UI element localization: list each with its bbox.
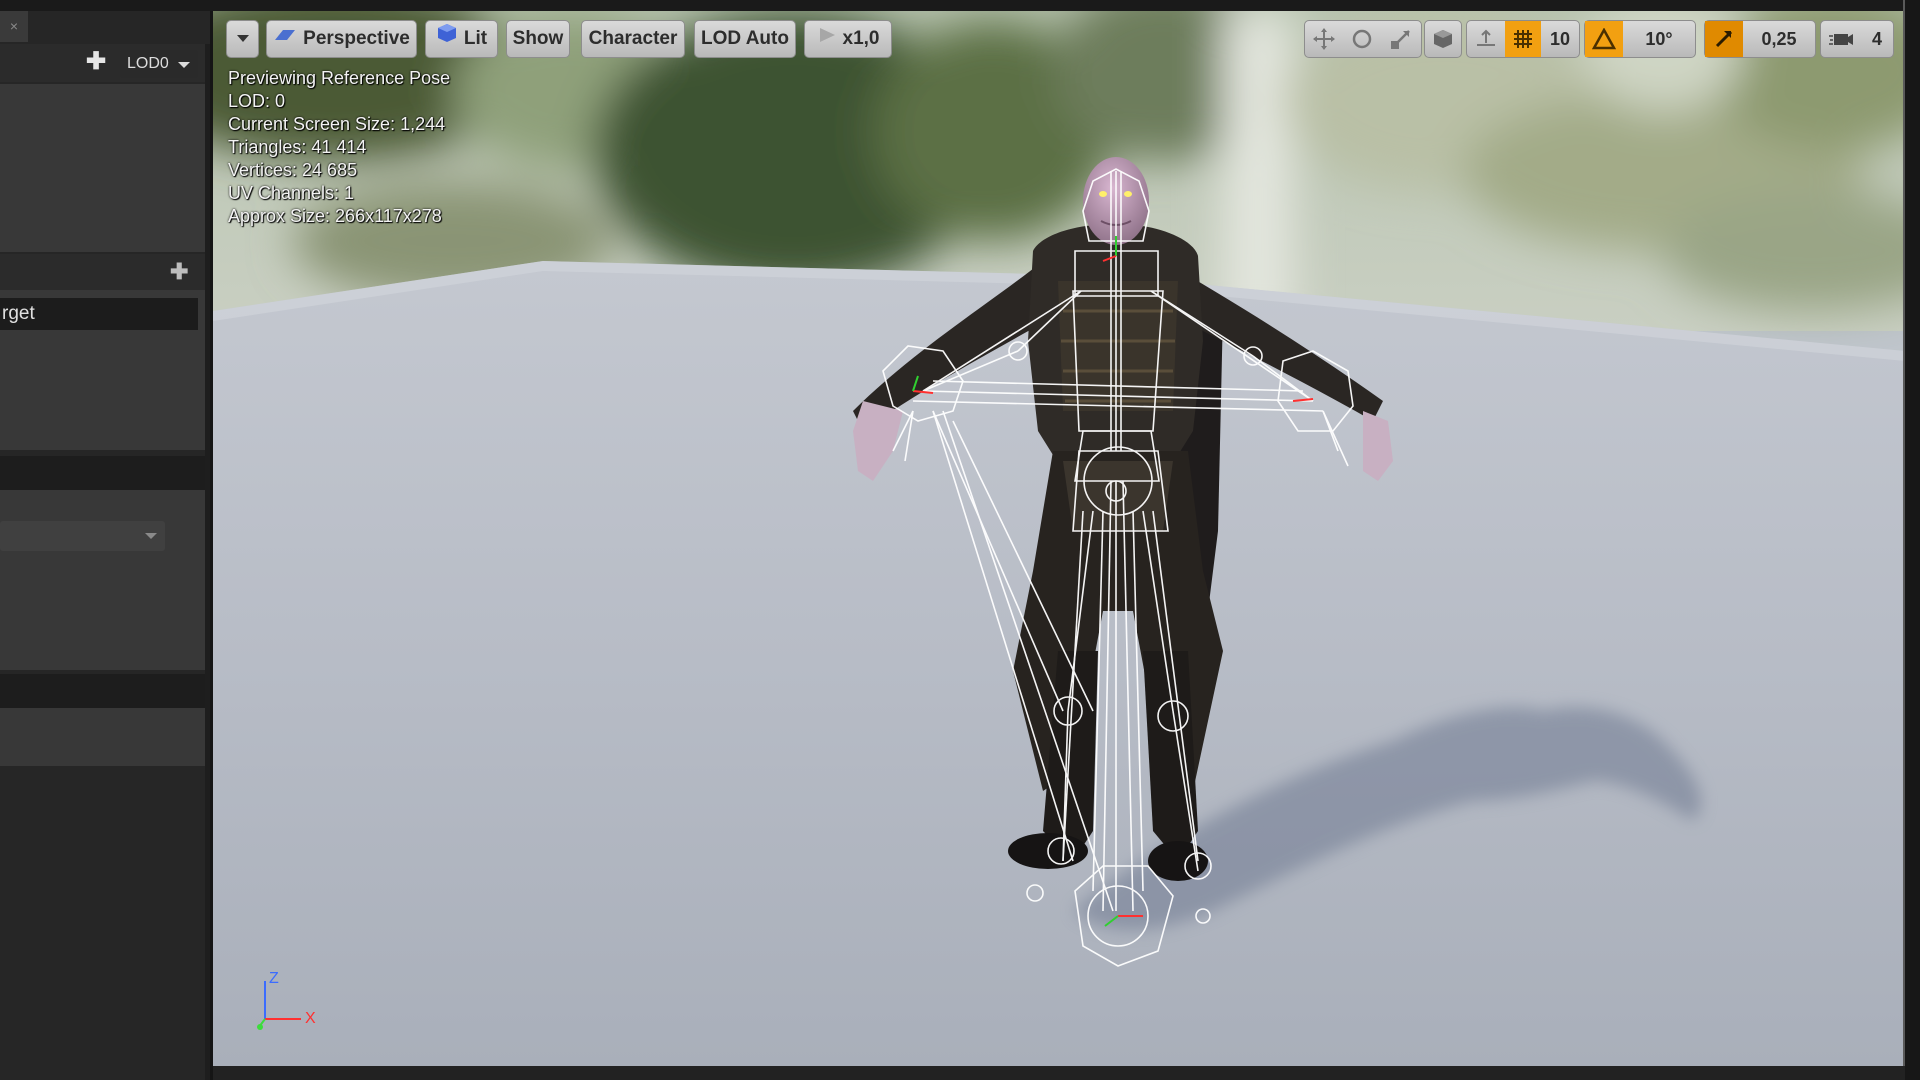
scale-snap-value[interactable]: 0,25 — [1743, 21, 1815, 57]
transform-tools — [1304, 20, 1422, 58]
grid-snap-icon[interactable] — [1505, 21, 1541, 57]
lod-section-body — [0, 84, 205, 252]
settings-combo[interactable] — [0, 521, 165, 551]
axis-x-label: X — [305, 1010, 316, 1027]
perspective-button[interactable]: Perspective — [266, 20, 417, 58]
viewport-right-border — [1905, 0, 1920, 1080]
details-panel: × ✚ LOD0 ✚ rget — [0, 0, 210, 1080]
section-header-3 — [0, 674, 205, 708]
scene-render — [213, 11, 1905, 1066]
target-field[interactable]: rget — [0, 298, 198, 330]
world-local-button[interactable] — [1424, 20, 1462, 58]
settings-section-body — [0, 490, 205, 670]
viewport-bottom-border — [213, 1066, 1920, 1080]
add-lod-plus-icon[interactable]: ✚ — [86, 50, 106, 74]
viewport-stats: Previewing Reference Pose LOD: 0 Current… — [228, 67, 450, 228]
scale-snap-group: 0,25 — [1704, 20, 1816, 58]
lod-label: LOD Auto — [701, 28, 789, 49]
show-label: Show — [512, 28, 564, 49]
stats-uv-channels: UV Channels: 1 — [228, 183, 355, 203]
play-speed-label: x1,0 — [842, 28, 880, 50]
perspective-icon — [273, 21, 297, 57]
character-label: Character — [588, 28, 678, 49]
lit-label: Lit — [463, 28, 488, 50]
section-body-3 — [0, 708, 205, 766]
play-speed-button[interactable]: x1,0 — [804, 20, 892, 58]
section-header-2 — [0, 456, 205, 490]
stats-vertices: Vertices: 24 685 — [228, 160, 358, 180]
show-button[interactable]: Show — [506, 20, 570, 58]
viewport-options-button[interactable] — [226, 20, 259, 58]
camera-speed-value: 4 — [1871, 29, 1882, 49]
stats-approx-size: Approx Size: 266x117x278 — [228, 206, 442, 226]
play-icon — [817, 21, 837, 57]
world-local-icon — [1425, 21, 1461, 57]
grid-snap-value[interactable]: 10 — [1541, 21, 1579, 57]
rotation-snap-icon[interactable] — [1585, 21, 1623, 57]
add-target-plus-icon[interactable]: ✚ — [170, 260, 188, 284]
surface-snap-icon[interactable] — [1467, 21, 1505, 57]
grid-snap-group: 10 — [1466, 20, 1580, 58]
camera-speed-group[interactable]: 4 — [1820, 20, 1894, 58]
scale-snap-icon[interactable] — [1705, 21, 1743, 57]
lod-button[interactable]: LOD Auto — [694, 20, 796, 58]
scale-icon[interactable] — [1381, 21, 1421, 57]
stats-screen-size: Current Screen Size: 1,244 — [228, 114, 446, 134]
rotation-snap-group: 10° — [1584, 20, 1696, 58]
character-button[interactable]: Character — [581, 20, 685, 58]
stats-lod: LOD: 0 — [228, 91, 286, 111]
rotate-icon[interactable] — [1343, 21, 1381, 57]
lod-dropdown[interactable]: LOD0 — [120, 50, 198, 78]
chevron-down-icon — [236, 35, 249, 43]
viewport[interactable]: Z X — [213, 11, 1905, 1066]
stats-triangles: Triangles: 41 414 — [228, 137, 367, 157]
chevron-down-icon — [145, 533, 157, 539]
viewport-top-border — [0, 0, 1920, 11]
chevron-down-icon — [178, 62, 190, 68]
axis-z-label: Z — [269, 970, 279, 987]
lit-cube-icon — [436, 21, 458, 57]
stats-preview-mode: Previewing Reference Pose — [228, 68, 451, 88]
camera-speed-icon — [1821, 21, 1861, 57]
panel-tab-close-icon[interactable]: × — [0, 10, 28, 42]
translate-icon[interactable] — [1305, 21, 1343, 57]
lod-dropdown-label: LOD0 — [127, 55, 169, 72]
rotation-snap-value[interactable]: 10° — [1623, 21, 1695, 57]
lit-button[interactable]: Lit — [425, 20, 498, 58]
perspective-label: Perspective — [303, 28, 410, 50]
